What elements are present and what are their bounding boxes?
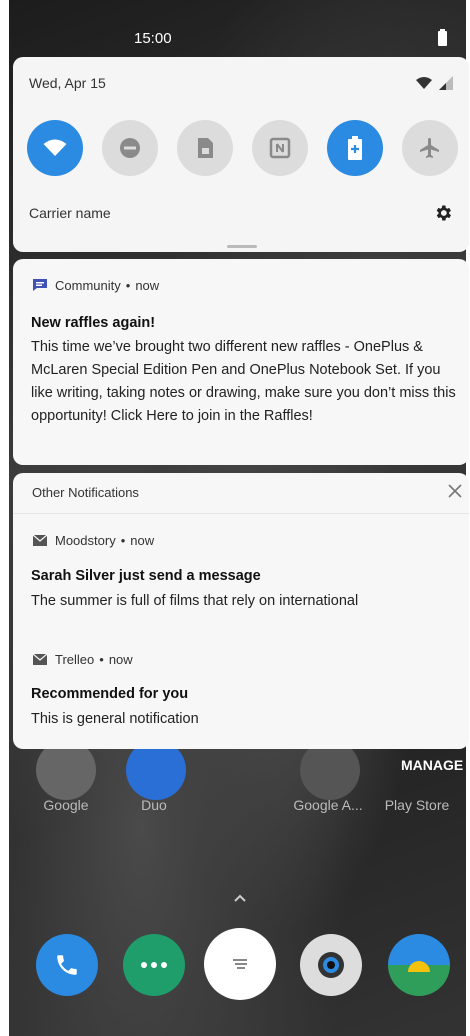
carrier-name: Carrier name <box>29 205 111 221</box>
other-notifications-header: Other Notifications <box>13 473 469 514</box>
battery-icon <box>438 29 447 46</box>
close-icon[interactable] <box>445 482 465 502</box>
panel-drag-handle[interactable] <box>227 245 257 248</box>
moodstory-body: The summer is full of films that rely on… <box>31 593 359 609</box>
status-bar: 15:00 <box>0 22 470 56</box>
community-body: This time we’ve brought two different ne… <box>31 339 456 424</box>
nfc-icon <box>269 137 291 159</box>
wifi-tile[interactable] <box>27 120 83 176</box>
trelleo-app-name: Trelleo <box>55 651 95 667</box>
dnd-tile[interactable] <box>102 120 158 176</box>
do-not-disturb-icon <box>120 138 140 158</box>
wifi-signal-status-icon <box>415 75 455 91</box>
sim-tile[interactable] <box>177 120 233 176</box>
battery-saver-icon <box>348 136 362 160</box>
settings-gear-icon[interactable] <box>433 203 453 223</box>
sim-card-icon <box>198 138 213 158</box>
mail-icon <box>32 653 48 665</box>
separator-dot: • <box>120 532 126 548</box>
quick-settings-tiles <box>27 120 458 176</box>
community-title: New raffles again! <box>31 315 156 331</box>
moodstory-title: Sarah Silver just send a message <box>31 568 261 584</box>
separator-dot: • <box>99 651 104 667</box>
airplane-mode-tile[interactable] <box>402 120 458 176</box>
home-label-google-assistant: Google A... <box>293 797 363 813</box>
home-app-duo[interactable] <box>126 740 186 800</box>
other-notifications-card: Other Notifications Moodstory • now Sara… <box>13 473 469 749</box>
quick-settings-panel: Wed, Apr 15 Carrier name <box>13 57 469 252</box>
trelleo-body: This is general notification <box>31 711 199 727</box>
community-chat-icon <box>33 279 47 291</box>
weather-app-icon[interactable] <box>388 934 450 996</box>
dock <box>0 928 470 1010</box>
status-time: 15:00 <box>134 30 172 47</box>
manage-button[interactable]: MANAGE <box>401 757 463 773</box>
other-notifications-title: Other Notifications <box>32 485 139 500</box>
trelleo-title: Recommended for you <box>31 686 189 702</box>
nfc-tile[interactable] <box>252 120 308 176</box>
community-time: now <box>135 277 160 293</box>
airplane-icon <box>420 138 439 158</box>
trelleo-app-row: Trelleo • now <box>32 649 133 669</box>
battery-saver-tile[interactable] <box>327 120 383 176</box>
mail-icon <box>32 534 48 546</box>
wifi-icon <box>43 139 67 156</box>
camera-app-icon[interactable] <box>300 934 362 996</box>
messages-app-icon[interactable] <box>123 934 185 996</box>
home-label-duo: Duo <box>141 797 167 813</box>
chevron-up-icon[interactable] <box>232 890 248 906</box>
moodstory-app-name: Moodstory <box>55 532 116 548</box>
community-app-row: Community • now <box>33 275 159 295</box>
home-label-google: Google <box>43 797 89 813</box>
community-notification-card[interactable]: Community • now New raffles again! This … <box>13 259 469 465</box>
moodstory-time: now <box>130 532 155 548</box>
app-drawer-icon[interactable] <box>204 928 276 1000</box>
home-app-google-assistant[interactable] <box>300 740 360 800</box>
phone-app-icon[interactable] <box>36 934 98 996</box>
home-app-google[interactable] <box>36 740 96 800</box>
trelleo-time: now <box>108 651 133 667</box>
separator-dot: • <box>125 277 131 293</box>
home-label-play-store: Play Store <box>384 797 450 813</box>
moodstory-app-row: Moodstory • now <box>32 530 155 550</box>
community-app-name: Community <box>55 277 121 293</box>
home-screen-row: Google Duo Google A... Play Store <box>0 740 470 830</box>
qs-date: Wed, Apr 15 <box>29 75 106 91</box>
screen-edge-left <box>0 0 9 1036</box>
